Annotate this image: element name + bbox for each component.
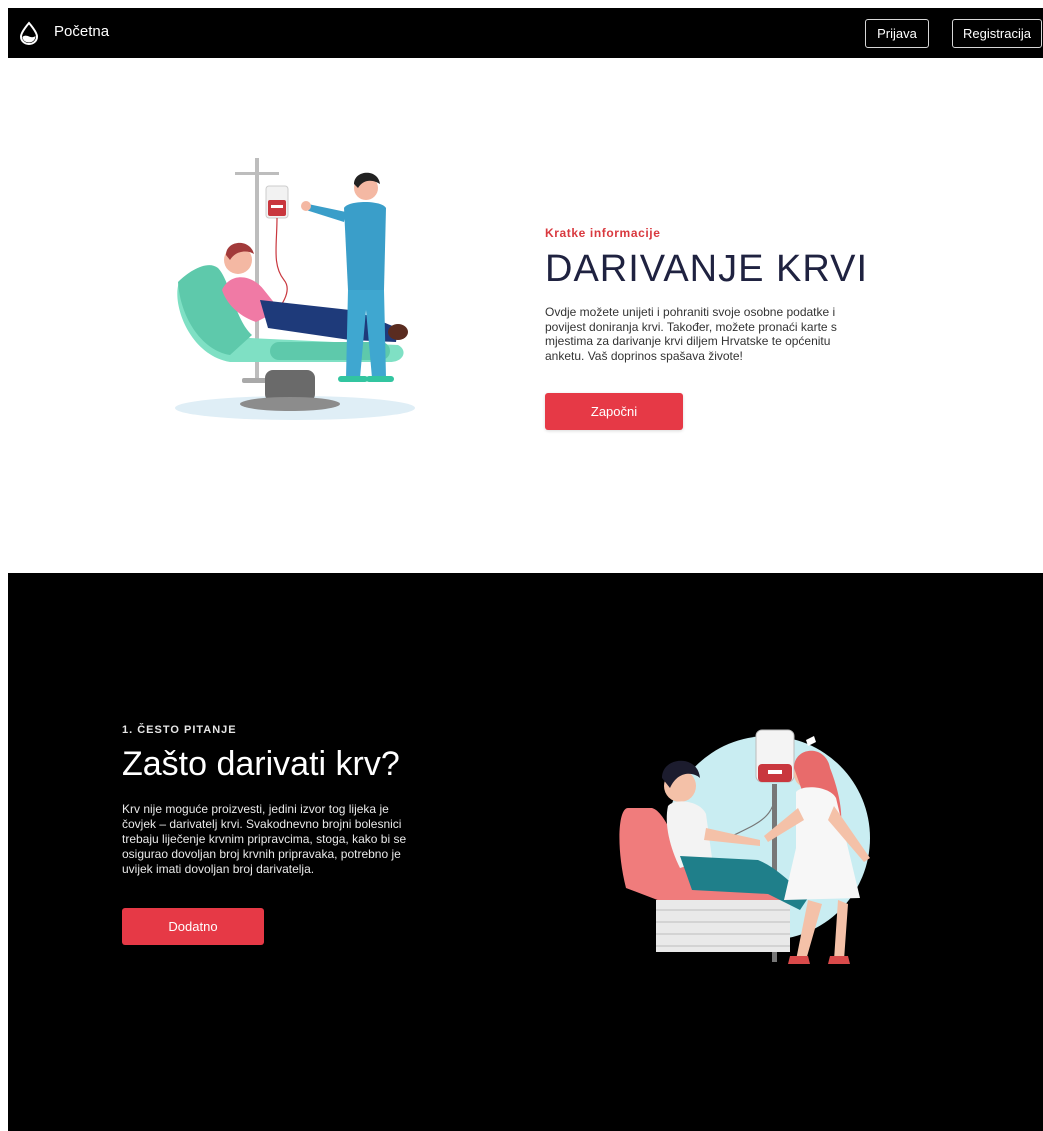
top-navbar: Početna Prijava Registracija (8, 8, 1043, 58)
faq-description: Krv nije moguće proizvesti, jedini izvor… (122, 802, 407, 876)
hero-kicker: Kratke informacije (545, 226, 661, 240)
faq-section: 1. ČESTO PITANJE Zašto darivati krv? Krv… (8, 573, 1043, 1131)
login-button[interactable]: Prijava (865, 19, 929, 48)
faq-title: Zašto darivati krv? (122, 745, 400, 783)
page-title: DARIVANJE KRVI (545, 248, 869, 290)
nurse-donor-illustration (619, 729, 870, 964)
register-button[interactable]: Registracija (952, 19, 1042, 48)
faq-kicker: 1. ČESTO PITANJE (122, 724, 237, 736)
more-button[interactable]: Dodatno (122, 908, 264, 945)
start-button[interactable]: Započni (545, 393, 683, 430)
hero-section: Kratke informacije DARIVANJE KRVI Ovdje … (0, 58, 1043, 574)
hero-description: Ovdje možete unijeti i pohraniti svoje o… (545, 305, 837, 363)
home-link[interactable]: Početna (54, 23, 109, 40)
blood-donation-chair-illustration (175, 158, 415, 420)
blood-drop-icon[interactable] (18, 21, 40, 45)
